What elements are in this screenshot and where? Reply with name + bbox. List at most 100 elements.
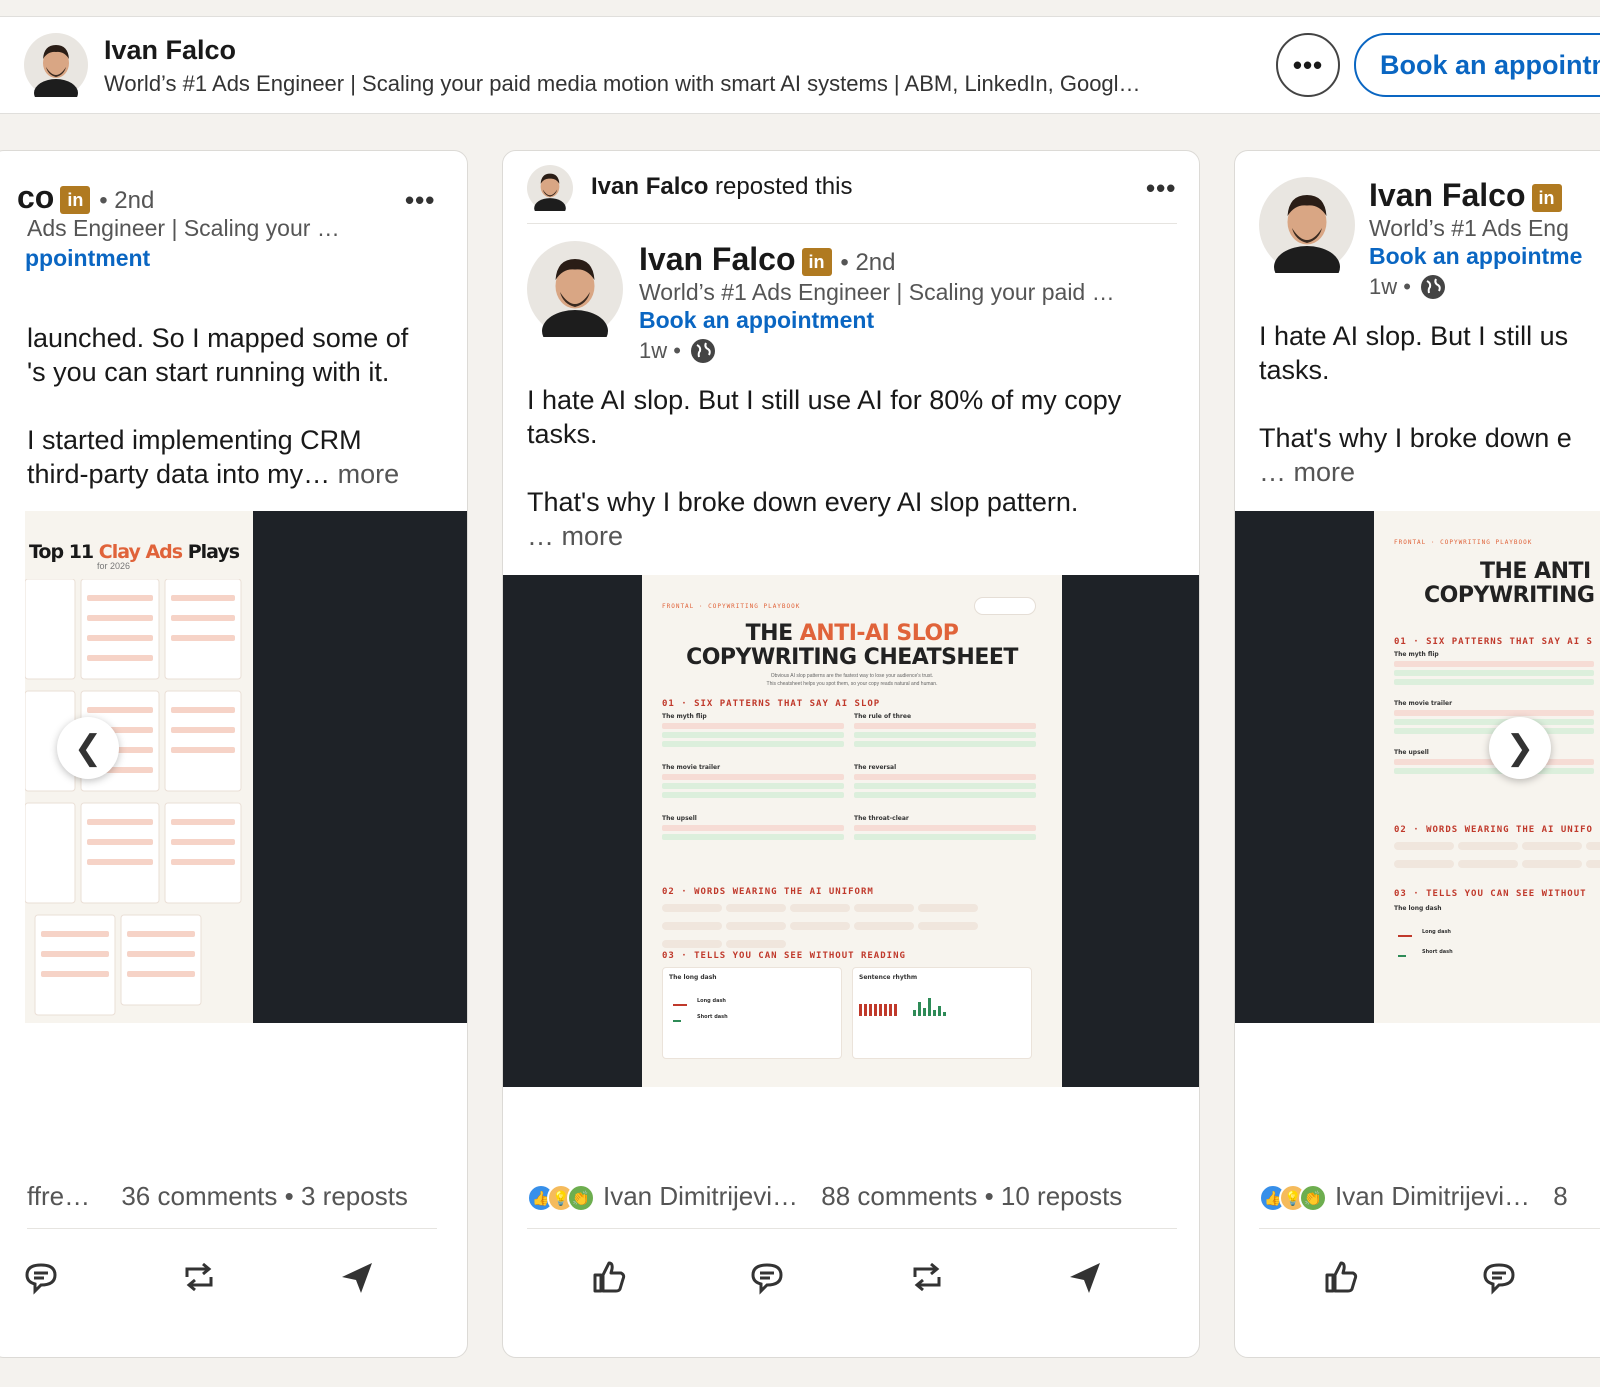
document-page: FRONTAL · COPYWRITING PLAYBOOK THE ANTI-…	[642, 575, 1062, 1087]
document-word-chips	[660, 901, 1044, 955]
post-body: I hate AI slop. But I still us tasks. Th…	[1259, 319, 1600, 489]
document-tell-card: The long dash Long dash Short dash	[662, 967, 842, 1059]
repost-divider	[527, 223, 1177, 224]
author-avatar[interactable]	[527, 241, 623, 337]
document-title-2: COPYWRITING	[1424, 583, 1595, 608]
document-intro: Obvious AI slop patterns are the fastest…	[770, 673, 934, 679]
profile-name[interactable]: Ivan Falco	[104, 35, 236, 66]
document-author-chip	[974, 597, 1036, 615]
post-text-line: tasks.	[1259, 355, 1330, 385]
reactions-summary[interactable]: ffre…	[27, 1181, 90, 1211]
profile-avatar[interactable]	[24, 33, 88, 97]
post-card-right: Ivan Falco in World’s #1 Ads Eng Book an …	[1234, 150, 1600, 1358]
document-section-title: 01 · SIX PATTERNS THAT SAY AI S	[1394, 637, 1593, 647]
chevron-left-icon: ❮	[73, 729, 103, 767]
document-page: FRONTAL · COPYWRITING PLAYBOOK THE ANTI …	[1374, 511, 1600, 1023]
send-icon[interactable]	[1065, 1257, 1105, 1297]
document-tell-card: The long dash Long dash Short dash	[1394, 905, 1453, 957]
repost-label: reposted this	[708, 173, 853, 200]
document-word-chips	[1392, 839, 1600, 875]
post-text-line: I hate AI slop. But I still us	[1259, 321, 1569, 351]
reaction-icons[interactable]: 👍 💡 👏	[527, 1184, 595, 1213]
celebrate-reaction-icon: 👏	[567, 1184, 595, 1213]
reposts-count[interactable]: 3 reposts	[301, 1181, 408, 1211]
ellipsis-icon: •••	[1292, 49, 1324, 80]
reposter-name[interactable]: Ivan Falco	[591, 173, 708, 200]
book-appointment-link[interactable]: Book an appointment	[639, 307, 874, 334]
author-avatar[interactable]	[1259, 177, 1355, 273]
repost-icon[interactable]	[907, 1257, 947, 1297]
document-carousel[interactable]: FRONTAL · COPYWRITING PLAYBOOK THE ANTI …	[1235, 511, 1600, 1023]
stats-divider	[1259, 1228, 1600, 1229]
document-carousel[interactable]: FRONTAL · COPYWRITING PLAYBOOK THE ANTI-…	[503, 575, 1199, 1087]
comments-count[interactable]: 88 comments	[821, 1181, 977, 1211]
document-subtitle: for 2026	[97, 561, 131, 571]
comments-count[interactable]: 36 comments	[121, 1181, 277, 1211]
repost-icon[interactable]	[179, 1257, 219, 1297]
document-section-title: 02 · WORDS WEARING THE AI UNIFORM	[662, 887, 874, 897]
post-stats: ffre… 36 comments • 3 reposts	[27, 1181, 408, 1211]
author-name[interactable]: Ivan Falco in	[1369, 177, 1562, 214]
connection-degree: • 2nd	[99, 187, 155, 214]
post-age: 1w •	[639, 338, 681, 363]
post-body: launched. So I mapped some of 's you can…	[27, 321, 467, 491]
author-headline: World’s #1 Ads Eng	[1369, 215, 1569, 241]
rhythm-bars-graphic	[859, 998, 946, 1016]
carousel-prev-button[interactable]: ❮	[57, 717, 119, 779]
stats-divider	[527, 1228, 1177, 1229]
post-stats: 👍 💡 👏 Ivan Dimitrijevi… 8	[1259, 1181, 1568, 1213]
carousel-next-button[interactable]: ❯	[1489, 717, 1551, 779]
document-section-title: 02 · WORDS WEARING THE AI UNIFO	[1394, 825, 1593, 835]
book-appointment-button[interactable]: Book an appointm	[1354, 33, 1600, 97]
document-pattern-block: The myth flip The movie trailer The upse…	[662, 713, 844, 843]
comments-count[interactable]: 8	[1553, 1181, 1567, 1211]
author-headline: World’s #1 Ads Engineer | Scaling your p…	[639, 279, 1115, 305]
repost-header: Ivan Falco reposted this	[591, 173, 852, 201]
reactions-summary[interactable]: Ivan Dimitrijevi…	[603, 1181, 798, 1211]
document-section-title: 01 · SIX PATTERNS THAT SAY AI SLOP	[662, 699, 881, 709]
reposts-count[interactable]: 10 reposts	[1001, 1181, 1122, 1211]
see-more-link[interactable]: … more	[527, 519, 1177, 553]
author-name-text[interactable]: Ivan Falco	[1369, 177, 1526, 213]
like-icon[interactable]	[1321, 1257, 1361, 1297]
post-time: 1w •	[639, 337, 717, 365]
chevron-right-icon: ❯	[1505, 729, 1535, 767]
document-title-2: COPYWRITING CHEATSHEET	[686, 645, 1018, 670]
author-headline: Ads Engineer | Scaling your …	[27, 215, 340, 241]
document-intro: This cheatsheet helps you spot them, so …	[766, 681, 938, 687]
send-icon[interactable]	[337, 1257, 377, 1297]
post-body: I hate AI slop. But I still use AI for 8…	[527, 383, 1177, 553]
author-name-text[interactable]: co	[17, 179, 54, 215]
author-name[interactable]: Ivan Falco in • 2nd	[639, 241, 896, 278]
see-more-link[interactable]: … more	[1259, 455, 1600, 489]
see-more-link[interactable]: more	[338, 459, 400, 489]
reactions-summary[interactable]: Ivan Dimitrijevi…	[1335, 1181, 1530, 1211]
author-name[interactable]: co in • 2nd	[17, 179, 154, 216]
book-appointment-link[interactable]: ppointment	[25, 245, 150, 272]
post-age: 1w •	[1369, 274, 1411, 299]
post-text-line: 's you can start running with it.	[27, 357, 390, 387]
post-menu-icon[interactable]: •••	[1146, 173, 1176, 204]
post-menu-icon[interactable]: •••	[405, 185, 435, 216]
document-pattern-block: The rule of three The reversal The throa…	[854, 713, 1036, 843]
profile-headline: World’s #1 Ads Engineer | Scaling your p…	[104, 71, 1141, 96]
post-text-line: launched. So I mapped some of	[27, 323, 409, 353]
comment-icon[interactable]	[747, 1257, 787, 1297]
comment-icon[interactable]	[21, 1257, 61, 1297]
stats-divider	[27, 1228, 437, 1229]
document-page: Top 11 Clay Ads Plays for 2026	[25, 511, 253, 1023]
document-tell-card: Sentence rhythm	[852, 967, 1032, 1059]
book-appointment-link[interactable]: Book an appointme	[1369, 243, 1582, 270]
post-stats: 👍 💡 👏 Ivan Dimitrijevi… 88 comments • 10…	[527, 1181, 1122, 1213]
reaction-icons[interactable]: 👍 💡 👏	[1259, 1184, 1327, 1213]
reposter-avatar[interactable]	[527, 165, 573, 211]
document-grid-graphic	[25, 579, 242, 1016]
post-text-line: third-party data into my…	[27, 459, 331, 489]
comment-icon[interactable]	[1479, 1257, 1519, 1297]
more-actions-button[interactable]: •••	[1276, 33, 1340, 97]
globe-icon	[690, 339, 715, 363]
profile-sticky-bar: Ivan Falco World’s #1 Ads Engineer | Sca…	[0, 16, 1600, 114]
author-name-text[interactable]: Ivan Falco	[639, 241, 796, 277]
document-section-title: 03 · TELLS YOU CAN SEE WITHOUT READING	[662, 951, 906, 961]
like-icon[interactable]	[589, 1257, 629, 1297]
